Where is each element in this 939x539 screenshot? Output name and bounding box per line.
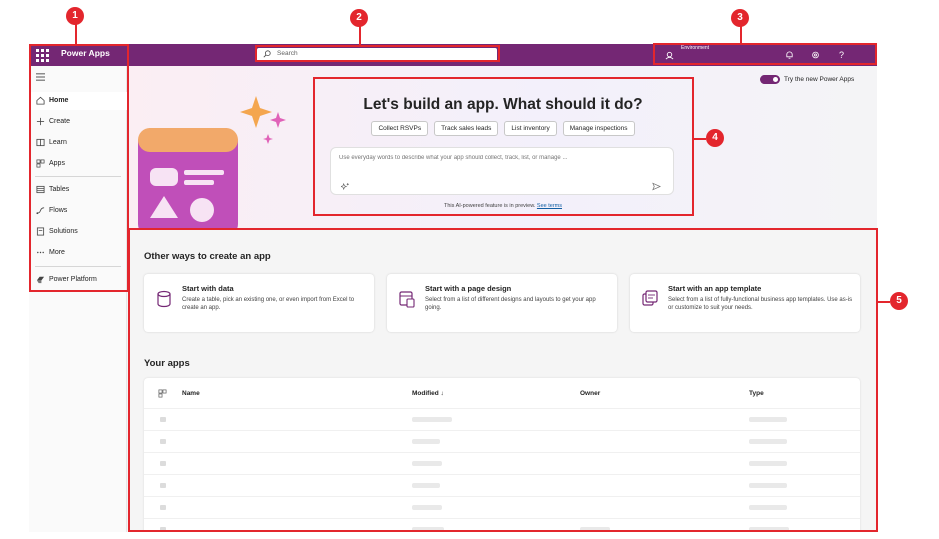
environment-icon[interactable] [665,51,674,60]
screenshot-frame: Power Apps Search Environment ? Home Cre… [0,0,939,539]
copilot-prompt-panel: Let's build an app. What should it do? C… [313,79,693,218]
more-icon [37,251,44,254]
card-start-with-page-design[interactable]: Start with a page design Select from a l… [387,274,617,332]
sidebar-item-learn[interactable]: Learn [29,134,127,152]
callout-leader-2 [359,26,361,45]
sidebar-item-label: Home [49,97,69,104]
sidebar-item-label: Power Platform [49,276,97,283]
new-experience-toggle-label: Try the new Power Apps [784,76,855,83]
settings-gear-icon[interactable] [811,50,820,60]
column-header-owner[interactable]: Owner [580,390,600,397]
app-launcher-icon[interactable] [35,48,49,62]
column-header-type[interactable]: Type [749,390,764,397]
sidebar-item-label: Apps [49,160,65,167]
flow-icon [36,207,45,215]
sidebar-item-label: Solutions [49,228,78,235]
sidebar-item-label: Create [49,118,71,125]
prompt-input[interactable] [339,155,659,161]
hero-illustration [138,96,286,230]
suggestion-chip-list-inventory[interactable]: List inventory [504,121,557,136]
sparkle-icon[interactable] [341,182,350,191]
environment-label[interactable]: Environment [681,45,709,51]
callout-badge-5: 5 [890,292,908,310]
callout-leader-4 [694,138,706,140]
solution-icon [36,227,45,236]
sidebar-item-label: Flows [49,207,68,214]
app-type-column-icon [158,389,167,398]
sidebar-divider [35,176,121,177]
hero-title: Let's build an app. What should it do? [363,96,643,113]
card-title: Start with an app template [668,284,762,293]
callout-leader-3 [740,26,742,43]
prompt-box [330,147,674,195]
send-icon[interactable] [652,182,661,191]
callout-badge-4: 4 [706,129,724,147]
home-icon [36,96,45,105]
callout-badge-3: 3 [731,9,749,27]
apps-table: Name Modified ↓ Owner Type [144,378,860,532]
sidebar-item-solutions[interactable]: Solutions [29,223,127,241]
database-icon [157,290,171,308]
sidebar-item-flows[interactable]: Flows [29,202,127,220]
column-header-modified[interactable]: Modified ↓ [412,390,444,397]
notifications-bell-icon[interactable] [785,50,794,60]
suggestion-chips: Collect RSVPs Track sales leads List inv… [313,121,693,136]
card-description: Select from a list of different designs … [425,297,596,311]
sidebar-item-label: More [49,249,65,256]
sidebar-item-more[interactable]: More [29,244,127,262]
sidebar-item-label: Learn [49,139,67,146]
sidebar-divider [35,266,121,267]
table-row[interactable] [144,408,860,430]
column-header-name[interactable]: Name [182,390,200,397]
top-bar: Power Apps Search Environment ? [29,44,877,66]
card-description: Create a table, pick an existing one, or… [182,297,355,311]
new-experience-toggle[interactable] [760,75,780,84]
main-content: Other ways to create an app Start with d… [128,230,877,532]
card-description: Select from a list of fully-functional b… [668,297,853,311]
app-template-icon [642,290,658,306]
card-start-with-app-template[interactable]: Start with an app template Select from a… [630,274,860,332]
sidebar-item-label: Tables [49,186,70,193]
hero-banner: Try the new Power Apps Let's build an ap… [128,66,877,230]
card-title: Start with a page design [425,284,512,293]
sidebar-item-create[interactable]: Create [29,113,127,131]
suggestion-chip-track-sales-leads[interactable]: Track sales leads [434,121,499,136]
table-row[interactable] [144,474,860,496]
see-terms-link[interactable]: See terms [537,203,562,209]
search-placeholder: Search [277,50,298,57]
other-ways-heading: Other ways to create an app [144,251,271,262]
power-platform-icon [36,276,45,284]
card-start-with-data[interactable]: Start with data Create a table, pick an … [144,274,374,332]
table-row[interactable] [144,452,860,474]
search-icon [263,50,271,58]
ai-preview-note-text: This AI-powered feature is in preview. [443,203,536,209]
power-apps-window: Power Apps Search Environment ? Home Cre… [29,44,877,532]
ai-preview-note: This AI-powered feature is in preview. S… [313,203,693,209]
left-navigation: Home Create Learn Apps Tables Flows Solu… [29,66,127,532]
app-title[interactable]: Power Apps [61,48,110,58]
search-input[interactable]: Search [257,48,497,62]
suggestion-chip-manage-inspections[interactable]: Manage inspections [562,121,635,136]
sidebar-item-home[interactable]: Home [29,92,127,110]
callout-leader-5 [878,301,890,303]
callout-leader-1 [75,24,77,44]
hamburger-menu-icon[interactable] [36,73,45,81]
sidebar-item-power-platform[interactable]: Power Platform [29,271,127,289]
callout-badge-1: 1 [66,7,84,25]
table-row[interactable] [144,518,860,532]
sidebar-item-tables[interactable]: Tables [29,181,127,199]
help-icon[interactable]: ? [837,50,846,60]
page-design-icon [399,291,415,308]
suggestion-chip-collect-rsvps[interactable]: Collect RSVPs [371,121,429,136]
card-title: Start with data [182,284,234,293]
table-row[interactable] [144,430,860,452]
sidebar-item-apps[interactable]: Apps [29,155,127,173]
callout-badge-2: 2 [350,9,368,27]
table-icon [36,185,45,194]
apps-icon [36,159,45,168]
plus-icon [36,117,45,126]
table-row[interactable] [144,496,860,518]
book-icon [36,138,45,147]
your-apps-heading: Your apps [144,358,190,369]
